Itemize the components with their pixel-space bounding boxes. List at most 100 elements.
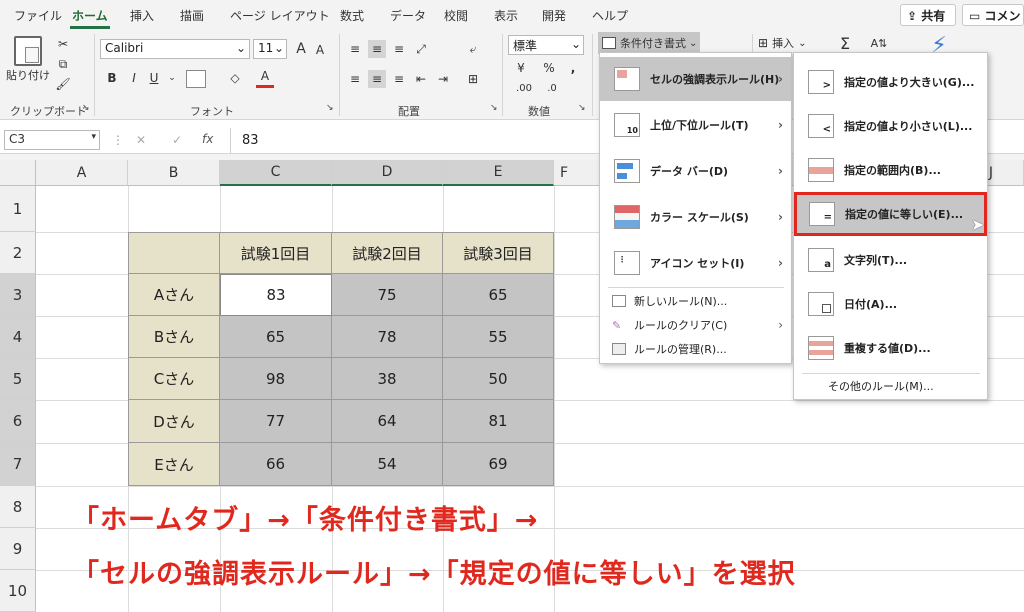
percent-icon[interactable]: %	[540, 60, 558, 76]
value-cell[interactable]: 81	[443, 400, 554, 443]
submenu-item-between[interactable]: 指定の範囲内(B)...	[794, 149, 987, 191]
value-cell[interactable]: 38	[332, 358, 443, 400]
comma-style-icon[interactable]: ,	[566, 60, 580, 76]
number-launcher-icon[interactable]: ↘	[578, 103, 586, 113]
value-cell[interactable]: 65	[443, 274, 554, 316]
active-cell-c3[interactable]: 83	[220, 274, 332, 316]
align-center-icon[interactable]: ≡	[368, 70, 386, 88]
submenu-item-text-contains[interactable]: a 文字列(T)...	[794, 239, 987, 281]
row-name-cell[interactable]: Aさん	[128, 274, 220, 316]
tab-help[interactable]: ヘルプ	[592, 7, 628, 24]
border-icon[interactable]	[186, 70, 206, 88]
value-cell[interactable]: 50	[443, 358, 554, 400]
font-color-icon[interactable]: A	[256, 66, 274, 88]
insert-cells-button[interactable]: ⊞ 挿入 ⌄	[758, 32, 814, 54]
table-header[interactable]: 試験1回目	[220, 232, 332, 274]
name-box[interactable]: C3 ▾	[4, 130, 100, 150]
menu-item-icon-sets[interactable]: ⋮ アイコン セット(I) ›	[600, 241, 791, 285]
tab-review[interactable]: 校閲	[444, 7, 468, 24]
wrap-text-icon[interactable]: ⤶	[464, 40, 482, 58]
column-header-a[interactable]: A	[36, 160, 128, 186]
row-name-cell[interactable]: Bさん	[128, 316, 220, 358]
value-cell[interactable]: 69	[443, 443, 554, 486]
row-header-8[interactable]: 8	[0, 486, 36, 528]
enter-icon[interactable]: ✓	[172, 133, 182, 147]
format-painter-icon[interactable]: 🖌	[55, 76, 71, 92]
paste-button[interactable]: 貼り付け	[6, 68, 50, 82]
value-cell[interactable]: 64	[332, 400, 443, 443]
row-name-cell[interactable]: Eさん	[128, 443, 220, 486]
row-header-5[interactable]: 5	[0, 358, 36, 400]
table-header[interactable]: 試験2回目	[332, 232, 443, 274]
column-header-d[interactable]: D	[332, 160, 443, 186]
increase-indent-icon[interactable]: ⇥	[434, 70, 452, 88]
alignment-launcher-icon[interactable]: ↘	[490, 103, 498, 113]
font-size-select[interactable]: 11 ⌄	[253, 39, 287, 59]
cut-icon[interactable]: ✂	[55, 36, 71, 52]
number-format-select[interactable]: 標準 ⌄	[508, 35, 584, 55]
value-cell[interactable]: 66	[220, 443, 332, 486]
value-cell[interactable]: 54	[332, 443, 443, 486]
sort-filter-icon[interactable]: A⇅	[866, 32, 892, 54]
underline-button[interactable]: U	[146, 68, 162, 88]
font-name-select[interactable]: Calibri ⌄	[100, 39, 250, 59]
menu-item-data-bars[interactable]: データ バー(D) ›	[600, 149, 791, 193]
row-header-1[interactable]: 1	[0, 186, 36, 232]
increase-font-icon[interactable]: A	[293, 40, 309, 58]
share-button[interactable]: ⇪ 共有	[900, 4, 956, 26]
align-middle-icon[interactable]: ≡	[368, 40, 386, 58]
bold-button[interactable]: B	[104, 68, 120, 88]
tab-home[interactable]: ホーム	[70, 7, 110, 29]
decrease-indent-icon[interactable]: ⇤	[412, 70, 430, 88]
orientation-icon[interactable]: ⤢	[412, 40, 430, 58]
autosum-icon[interactable]: Σ	[834, 32, 856, 54]
menu-item-highlight-rules[interactable]: セルの強調表示ルール(H) ›	[600, 57, 791, 101]
menu-item-color-scales[interactable]: カラー スケール(S) ›	[600, 195, 791, 239]
tab-page-layout[interactable]: ページ レイアウト	[230, 7, 330, 24]
row-header-9[interactable]: 9	[0, 528, 36, 570]
fill-color-icon[interactable]: ◇	[226, 68, 244, 88]
row-header-7[interactable]: 7	[0, 443, 36, 486]
font-launcher-icon[interactable]: ↘	[326, 103, 334, 113]
select-all-corner[interactable]	[0, 160, 36, 186]
value-cell[interactable]: 75	[332, 274, 443, 316]
cancel-icon[interactable]: ✕	[136, 133, 146, 147]
decrease-font-icon[interactable]: A	[313, 42, 327, 58]
align-left-icon[interactable]: ≡	[346, 70, 364, 88]
submenu-item-duplicate-values[interactable]: 重複する値(D)...	[794, 327, 987, 369]
chevron-down-icon[interactable]: ⌄	[166, 68, 178, 88]
value-cell[interactable]: 77	[220, 400, 332, 443]
menu-item-top-bottom-rules[interactable]: 10 上位/下位ルール(T) ›	[600, 103, 791, 147]
tab-developer[interactable]: 開発	[542, 7, 566, 24]
paste-icon[interactable]	[14, 36, 42, 66]
table-corner-cell[interactable]	[128, 232, 220, 274]
row-header-3[interactable]: 3	[0, 274, 36, 316]
italic-button[interactable]: I	[126, 68, 142, 88]
value-cell[interactable]: 55	[443, 316, 554, 358]
submenu-item-greater-than[interactable]: > 指定の値より大きい(G)...	[794, 61, 987, 103]
column-header-b[interactable]: B	[128, 160, 220, 186]
submenu-item-equal-to[interactable]: = 指定の値に等しい(E)... ➤	[794, 192, 987, 236]
menu-item-manage-rules[interactable]: ルールの管理(R)...	[600, 337, 791, 361]
comment-button[interactable]: ▭ コメント	[962, 4, 1024, 26]
formula-input[interactable]: 83	[242, 133, 259, 148]
menu-item-new-rule[interactable]: 新しいルール(N)...	[600, 289, 791, 313]
merge-cells-icon[interactable]: ⊞	[464, 70, 482, 88]
align-right-icon[interactable]: ≡	[390, 70, 408, 88]
table-header[interactable]: 試験3回目	[443, 232, 554, 274]
menu-item-clear-rules[interactable]: ✎ ルールのクリア(C) ›	[600, 313, 791, 337]
row-header-6[interactable]: 6	[0, 400, 36, 443]
increase-decimal-icon[interactable]: .00	[512, 80, 536, 96]
tab-insert[interactable]: 挿入	[130, 7, 154, 24]
tab-formulas[interactable]: 数式	[340, 7, 364, 24]
submenu-item-date[interactable]: 日付(A)...	[794, 283, 987, 325]
submenu-item-more-rules[interactable]: その他のルール(M)...	[794, 375, 987, 397]
column-header-c[interactable]: C	[220, 160, 332, 186]
tab-file[interactable]: ファイル	[14, 7, 62, 24]
tab-view[interactable]: 表示	[494, 7, 518, 24]
submenu-item-less-than[interactable]: < 指定の値より小さい(L)...	[794, 105, 987, 147]
align-bottom-icon[interactable]: ≡	[390, 40, 408, 58]
value-cell[interactable]: 65	[220, 316, 332, 358]
tab-data[interactable]: データ	[390, 7, 426, 24]
function-icon[interactable]: fx	[202, 132, 213, 146]
